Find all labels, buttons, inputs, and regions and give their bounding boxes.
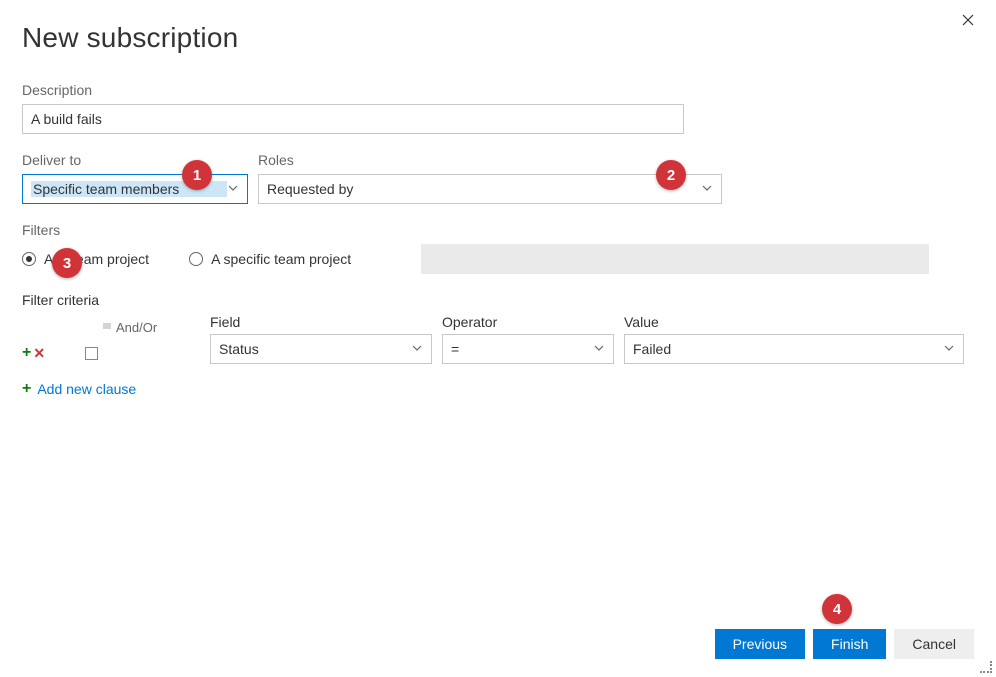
resize-handle-icon[interactable] [978, 659, 992, 673]
radio-specific-team-project[interactable]: A specific team project [189, 251, 351, 267]
grip-icon [102, 320, 112, 334]
chevron-down-icon [943, 341, 955, 357]
andor-header: And/Or [116, 320, 157, 335]
value-value: Failed [633, 341, 671, 357]
remove-clause-icon[interactable]: ✕ [33, 345, 45, 362]
operator-value: = [451, 341, 459, 357]
deliver-to-dropdown[interactable]: Specific team members [22, 174, 248, 204]
callout-1: 1 [182, 160, 212, 190]
close-button[interactable] [958, 10, 978, 30]
chevron-down-icon [701, 181, 713, 197]
roles-dropdown[interactable]: Requested by [258, 174, 722, 204]
finish-button[interactable]: Finish [813, 629, 886, 659]
callout-2: 2 [656, 160, 686, 190]
cancel-button[interactable]: Cancel [894, 629, 974, 659]
chevron-down-icon [411, 341, 423, 357]
roles-value: Requested by [267, 181, 701, 197]
plus-icon: + [22, 380, 31, 398]
field-value: Status [219, 341, 259, 357]
value-header: Value [624, 314, 974, 330]
value-dropdown[interactable]: Failed [624, 334, 964, 364]
radio-icon [189, 252, 203, 266]
radio-icon [22, 252, 36, 266]
add-clause-icon[interactable]: + [22, 344, 31, 362]
close-icon [962, 14, 974, 26]
page-title: New subscription [22, 22, 974, 54]
radio-specific-label: A specific team project [211, 251, 351, 267]
previous-button[interactable]: Previous [715, 629, 805, 659]
field-dropdown[interactable]: Status [210, 334, 432, 364]
description-value: A build fails [31, 111, 102, 127]
chevron-down-icon [593, 341, 605, 357]
callout-3: 3 [52, 248, 82, 278]
callout-4: 4 [822, 594, 852, 624]
description-input[interactable]: A build fails [22, 104, 684, 134]
roles-label: Roles [258, 152, 722, 168]
field-header: Field [210, 314, 432, 330]
deliver-to-label: Deliver to [22, 152, 248, 168]
filter-criteria-label: Filter criteria [22, 292, 974, 308]
add-new-clause-link[interactable]: + Add new clause [22, 380, 974, 398]
radio-any-team-project[interactable]: Any team project [22, 251, 149, 267]
team-project-disabled-field [421, 244, 929, 274]
operator-dropdown[interactable]: = [442, 334, 614, 364]
add-new-clause-label: Add new clause [37, 381, 136, 397]
description-label: Description [22, 82, 974, 98]
chevron-down-icon [227, 181, 239, 197]
operator-header: Operator [442, 314, 614, 330]
row-checkbox[interactable] [85, 347, 98, 360]
filters-label: Filters [22, 222, 974, 238]
